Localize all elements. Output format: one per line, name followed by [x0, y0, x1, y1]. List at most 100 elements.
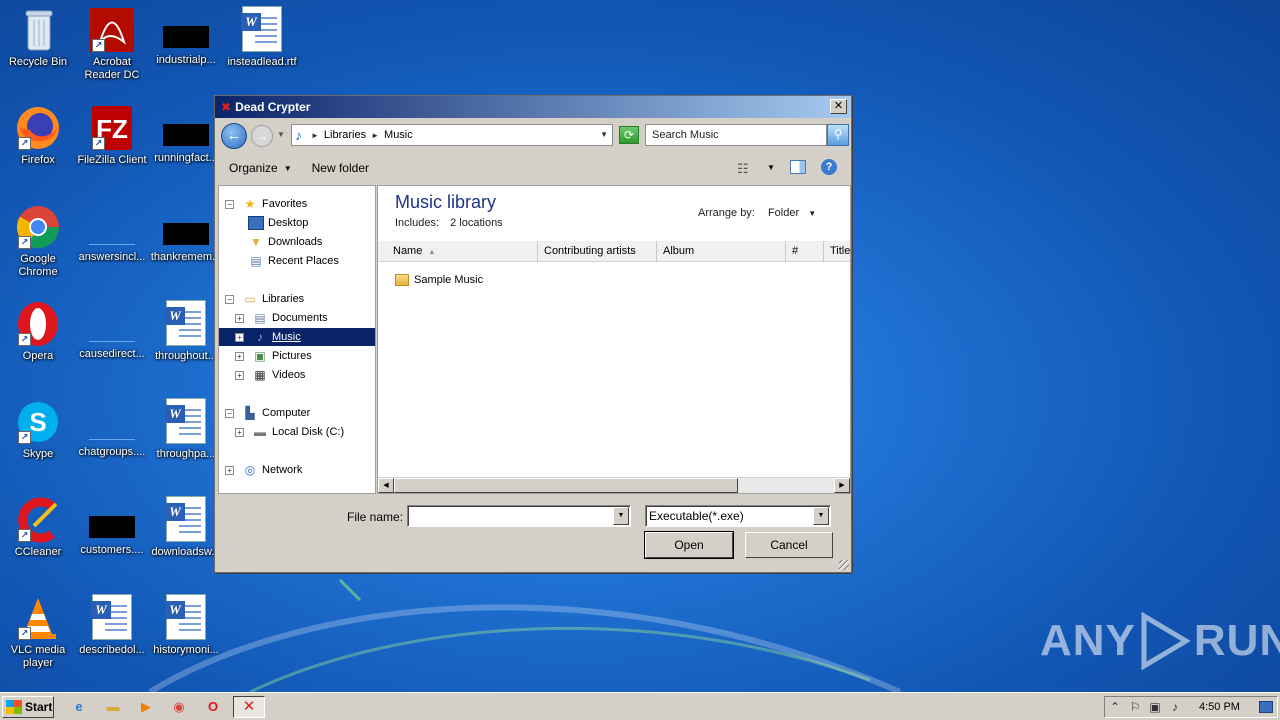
- taskbar-dead-crypter[interactable]: ✕: [233, 696, 265, 718]
- list-item[interactable]: Sample Music: [395, 274, 483, 286]
- desktop-icon-opera[interactable]: ↗ Opera: [0, 300, 76, 363]
- open-file-dialog: ✖ Dead Crypter ✕ ← → ▼ ♪ ► Libraries ► M…: [214, 95, 852, 573]
- recent-places-icon: ▤: [250, 254, 262, 268]
- breadcrumb-chevron-icon[interactable]: ►: [311, 131, 319, 140]
- new-folder-button[interactable]: New folder: [312, 161, 369, 175]
- desktop-icon-filezilla[interactable]: FZ ↗ FileZilla Client: [74, 104, 150, 167]
- forward-button[interactable]: →: [251, 125, 273, 147]
- show-desktop-button[interactable]: [1259, 701, 1273, 713]
- network-tray-icon[interactable]: ▣: [1145, 700, 1165, 714]
- file-name-dropdown-icon[interactable]: ▼: [613, 507, 629, 525]
- tree-item-pictures[interactable]: + ▣ Pictures: [235, 347, 312, 365]
- tree-item-local-disk[interactable]: + ▬ Local Disk (C:): [235, 423, 344, 441]
- file-type-select[interactable]: Executable(*.exe) ▼: [645, 505, 831, 527]
- desktop-icon-ccleaner[interactable]: ↗ CCleaner: [0, 496, 76, 559]
- start-button[interactable]: Start: [2, 696, 54, 718]
- desktop-icon-file[interactable]: W insteadlead.rtf: [224, 6, 300, 69]
- column-title[interactable]: Title: [824, 241, 850, 262]
- tree-item-favorites[interactable]: − ★ Favorites: [225, 195, 307, 213]
- desktop-icon-file[interactable]: W downloadsw...: [148, 496, 224, 559]
- refresh-button[interactable]: ⟳: [619, 126, 639, 144]
- desktop-icon-vlc[interactable]: ↗ VLC media player: [0, 594, 76, 670]
- view-options-icon[interactable]: ☷: [737, 161, 749, 177]
- horizontal-scrollbar[interactable]: ◀ ▶: [378, 477, 850, 493]
- view-dropdown-icon[interactable]: ▼: [767, 163, 775, 172]
- blank-file-icon: [89, 322, 135, 342]
- address-bar[interactable]: ♪ ► Libraries ► Music ▼: [291, 124, 613, 146]
- desktop-icon-file[interactable]: chatgroups....: [74, 398, 150, 459]
- address-dropdown-icon[interactable]: ▼: [600, 130, 608, 139]
- collapse-icon[interactable]: −: [225, 294, 234, 304]
- desktop-icon-file[interactable]: W throughpa...: [148, 398, 224, 461]
- tree-item-network[interactable]: + ◎ Network: [225, 461, 302, 479]
- opera-taskbar-icon[interactable]: O: [204, 698, 222, 716]
- desktop-icon-file[interactable]: W throughout...: [148, 300, 224, 363]
- search-input[interactable]: Search Music: [645, 124, 827, 146]
- expand-icon[interactable]: +: [235, 427, 244, 437]
- scrollbar-thumb[interactable]: [394, 478, 738, 493]
- breadcrumb-chevron-icon[interactable]: ►: [371, 131, 379, 140]
- resize-grip[interactable]: [839, 560, 849, 570]
- scroll-right-button[interactable]: ▶: [834, 478, 850, 493]
- tree-item-downloads[interactable]: ▼ Downloads: [248, 233, 322, 251]
- internet-explorer-icon[interactable]: e: [70, 698, 88, 716]
- clock[interactable]: 4:50 PM: [1199, 701, 1240, 713]
- help-icon[interactable]: ?: [821, 159, 837, 175]
- breadcrumb-libraries[interactable]: Libraries: [324, 129, 366, 141]
- volume-icon[interactable]: ♪: [1165, 700, 1185, 714]
- media-player-icon[interactable]: ▶: [137, 698, 155, 716]
- search-button[interactable]: ⚲: [827, 124, 849, 146]
- tree-item-recent-places[interactable]: ▤ Recent Places: [248, 252, 339, 270]
- history-dropdown-icon[interactable]: ▼: [277, 130, 285, 139]
- desktop-icon-file[interactable]: industrialp...: [148, 6, 224, 67]
- desktop-icon-file[interactable]: W describedol...: [74, 594, 150, 657]
- desktop-icon-file[interactable]: answersincl...: [74, 203, 150, 264]
- cancel-button[interactable]: Cancel: [745, 532, 833, 558]
- tree-item-desktop[interactable]: Desktop: [248, 214, 308, 232]
- tree-item-computer[interactable]: − ▙ Computer: [225, 404, 310, 422]
- chevron-down-icon[interactable]: ▼: [808, 209, 816, 218]
- shortcut-arrow-icon: ↗: [18, 627, 31, 640]
- desktop-icon-file[interactable]: W historymoni...: [148, 594, 224, 657]
- tree-item-documents[interactable]: + ▤ Documents: [235, 309, 328, 327]
- desktop-icon-file[interactable]: causedirect...: [74, 300, 150, 361]
- desktop-icon-recycle-bin[interactable]: Recycle Bin: [0, 6, 76, 69]
- tree-item-music[interactable]: + ♪ Music: [219, 328, 375, 346]
- desktop-icon-file[interactable]: customers....: [74, 496, 150, 557]
- preview-pane-icon[interactable]: [790, 160, 806, 174]
- expand-icon[interactable]: +: [235, 351, 244, 361]
- expand-icon[interactable]: +: [235, 313, 244, 323]
- dialog-titlebar[interactable]: ✖ Dead Crypter: [215, 96, 851, 118]
- library-locations-link[interactable]: 2 locations: [450, 217, 503, 229]
- file-name-input[interactable]: ▼: [407, 505, 631, 527]
- back-button[interactable]: ←: [221, 123, 247, 149]
- organize-menu[interactable]: Organize ▼: [229, 161, 292, 175]
- breadcrumb-music[interactable]: Music: [384, 129, 413, 141]
- desktop-icon-chrome[interactable]: ↗ Google Chrome: [0, 203, 76, 279]
- expand-icon[interactable]: +: [235, 370, 244, 380]
- collapse-icon[interactable]: −: [225, 199, 234, 209]
- arrange-by-dropdown[interactable]: Folder: [768, 207, 799, 219]
- column-contributing-artists[interactable]: Contributing artists: [538, 241, 657, 262]
- column-track-number[interactable]: #: [786, 241, 824, 262]
- tree-item-videos[interactable]: + ▦ Videos: [235, 366, 305, 384]
- desktop-icon-firefox[interactable]: ↗ Firefox: [0, 104, 76, 167]
- column-album[interactable]: Album: [657, 241, 786, 262]
- desktop-icon-acrobat[interactable]: ↗ Acrobat Reader DC: [74, 6, 150, 82]
- expand-icon[interactable]: +: [235, 332, 244, 342]
- chrome-taskbar-icon[interactable]: ◉: [170, 698, 188, 716]
- action-center-flag-icon[interactable]: ⚐: [1125, 700, 1145, 714]
- tray-expand-icon[interactable]: ⌃: [1105, 700, 1125, 714]
- explorer-folder-icon[interactable]: ▬: [104, 698, 122, 716]
- desktop-icon-file[interactable]: runningfact...: [148, 104, 224, 165]
- close-button[interactable]: ✕: [830, 99, 847, 114]
- desktop-icon-file[interactable]: thankremem...: [148, 203, 224, 264]
- collapse-icon[interactable]: −: [225, 408, 234, 418]
- desktop-icon-skype[interactable]: S ↗ Skype: [0, 398, 76, 461]
- expand-icon[interactable]: +: [225, 465, 234, 475]
- tree-item-libraries[interactable]: − ▭ Libraries: [225, 290, 304, 308]
- chevron-down-icon[interactable]: ▼: [813, 507, 829, 525]
- open-button[interactable]: Open: [644, 531, 734, 559]
- column-name[interactable]: Name ▲: [378, 241, 538, 262]
- scroll-left-button[interactable]: ◀: [378, 478, 394, 493]
